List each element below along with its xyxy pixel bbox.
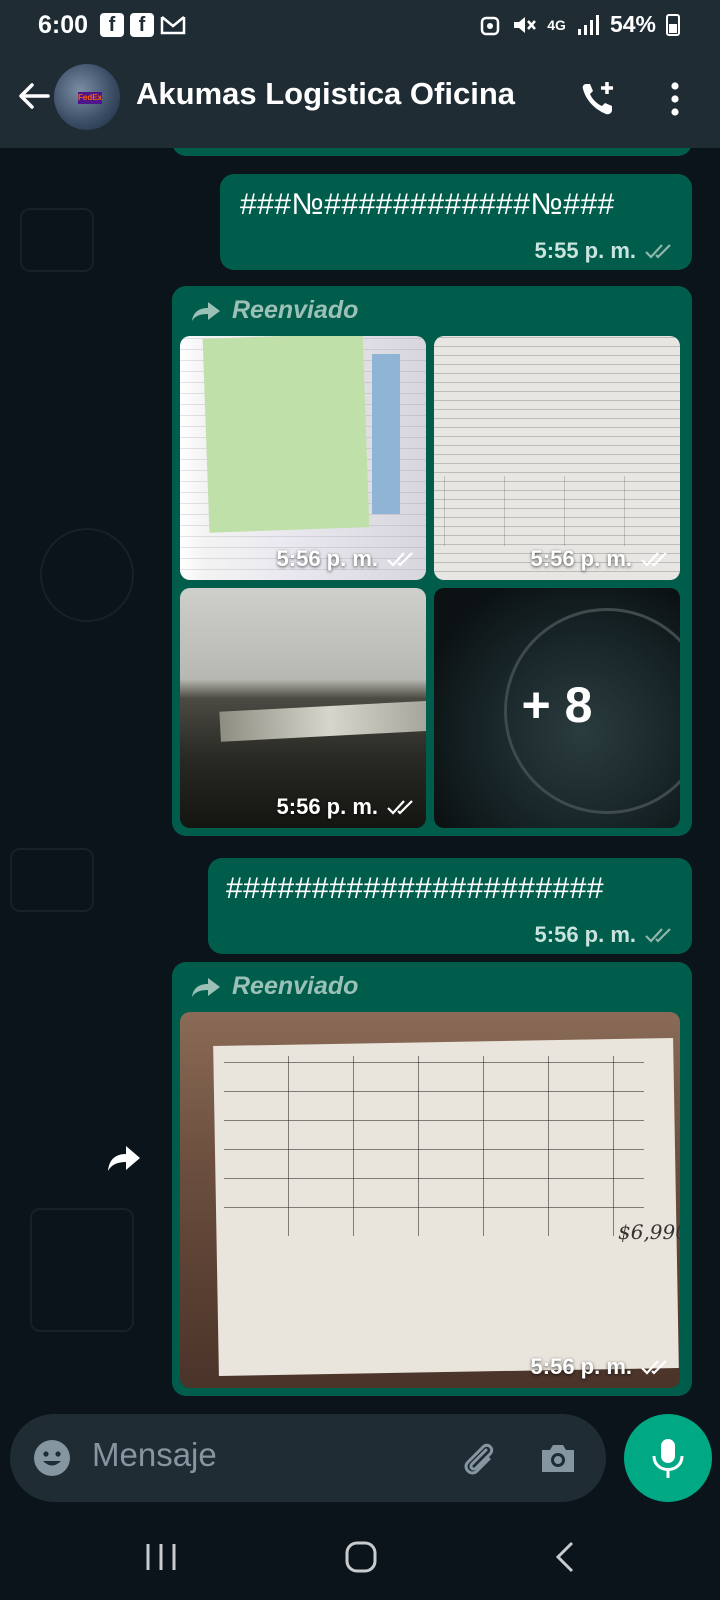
photo-time: 5:56 p. m.: [530, 1354, 632, 1379]
double-check-icon: [387, 552, 413, 567]
status-bar: 6:00 f f 4G 54%: [0, 0, 720, 52]
status-time: 6:00: [38, 11, 89, 39]
camera-icon[interactable]: [536, 1436, 580, 1480]
message-time: 5:56 p. m.: [534, 922, 636, 947]
chat-header: FedEx Akumas Logistica Oficina: [0, 52, 720, 148]
forwarded-image-message[interactable]: Reenviado $6,990 5:56 p. m.: [172, 962, 692, 1396]
alarm-icon: [481, 16, 500, 35]
contact-avatar[interactable]: FedEx: [54, 64, 120, 130]
chat-area[interactable]: ###№############№### 5:55 p. m. Reenviad…: [0, 148, 720, 1400]
forwarded-text: Reenviado: [232, 972, 359, 1000]
system-status-icons: 4G 54%: [479, 11, 680, 38]
voice-message-button[interactable]: [624, 1414, 712, 1502]
wallpaper-doodle: [30, 1208, 134, 1332]
add-call-icon[interactable]: [578, 78, 620, 120]
photo-meta: 5:56 p. m.: [531, 1354, 670, 1380]
handwritten-total: $6,990: [618, 1220, 680, 1244]
double-check-icon: [641, 552, 667, 567]
network-type: 4G: [547, 16, 566, 33]
album-photo-form[interactable]: 5:56 p. m.: [434, 336, 680, 580]
album-photo-vin-plate[interactable]: 5:56 p. m.: [180, 588, 426, 828]
message-composer[interactable]: Mensaje: [10, 1414, 606, 1502]
emoji-icon[interactable]: [30, 1436, 74, 1480]
message-meta: 5:55 p. m.: [535, 238, 674, 264]
home-icon[interactable]: [344, 1540, 378, 1574]
mute-icon: [514, 16, 537, 33]
double-check-icon: [645, 928, 671, 943]
forward-icon: [192, 301, 220, 321]
forwarded-album-message[interactable]: Reenviado 5:56 p. m. 5:56 p. m. 5:56 p. …: [172, 286, 692, 836]
recent-apps-icon[interactable]: [144, 1542, 178, 1572]
photo-meta: 5:56 p. m.: [277, 794, 416, 820]
forwarded-label: Reenviado: [190, 972, 358, 1001]
signal-icon: [577, 14, 599, 35]
message-text: ###№############№###: [240, 188, 615, 221]
previous-message-bubble[interactable]: [172, 148, 692, 156]
forward-share-icon[interactable]: [104, 1138, 144, 1178]
forward-icon: [192, 977, 220, 997]
more-photos-count: + 8: [521, 677, 593, 733]
double-check-icon: [641, 1360, 667, 1375]
message-time: 5:55 p. m.: [534, 238, 636, 263]
notification-icons: f f: [100, 13, 186, 37]
photo-time: 5:56 p. m.: [276, 794, 378, 819]
avatar-logo: FedEx: [78, 92, 103, 104]
album-photo-receipt[interactable]: 5:56 p. m.: [180, 336, 426, 580]
album-photo-dashboard[interactable]: + 8: [434, 588, 680, 828]
outgoing-message[interactable]: ###№############№### 5:55 p. m.: [220, 174, 692, 270]
wallpaper-doodle: [10, 848, 94, 912]
message-meta: 5:56 p. m.: [535, 922, 674, 948]
microphone-icon: [652, 1439, 684, 1478]
message-input[interactable]: Mensaje: [92, 1436, 217, 1474]
back-arrow-icon[interactable]: [14, 76, 54, 116]
message-text: ######################: [226, 872, 605, 905]
photo-time: 5:56 p. m.: [530, 546, 632, 571]
photo-time: 5:56 p. m.: [276, 546, 378, 571]
back-icon[interactable]: [554, 1540, 576, 1574]
double-check-icon: [645, 244, 671, 259]
facebook-icon: f: [100, 13, 124, 37]
photo-meta: 5:56 p. m.: [531, 546, 670, 572]
forwarded-text: Reenviado: [232, 296, 359, 324]
gmail-icon: [160, 16, 186, 35]
system-navigation-bar: [0, 1512, 720, 1600]
more-options-icon[interactable]: [660, 78, 690, 120]
photo-handwritten-table[interactable]: $6,990 5:56 p. m.: [180, 1012, 680, 1388]
double-check-icon: [387, 800, 413, 815]
attach-icon[interactable]: [456, 1436, 500, 1480]
battery-icon: [666, 13, 680, 36]
outgoing-message[interactable]: ###################### 5:56 p. m.: [208, 858, 692, 954]
battery-percent: 54%: [609, 11, 656, 37]
wallpaper-doodle: [20, 208, 94, 272]
wallpaper-doodle: [40, 528, 134, 622]
chat-title[interactable]: Akumas Logistica Oficina: [136, 76, 515, 112]
facebook-icon: f: [130, 13, 154, 37]
photo-meta: 5:56 p. m.: [277, 546, 416, 572]
forwarded-label: Reenviado: [190, 296, 358, 325]
